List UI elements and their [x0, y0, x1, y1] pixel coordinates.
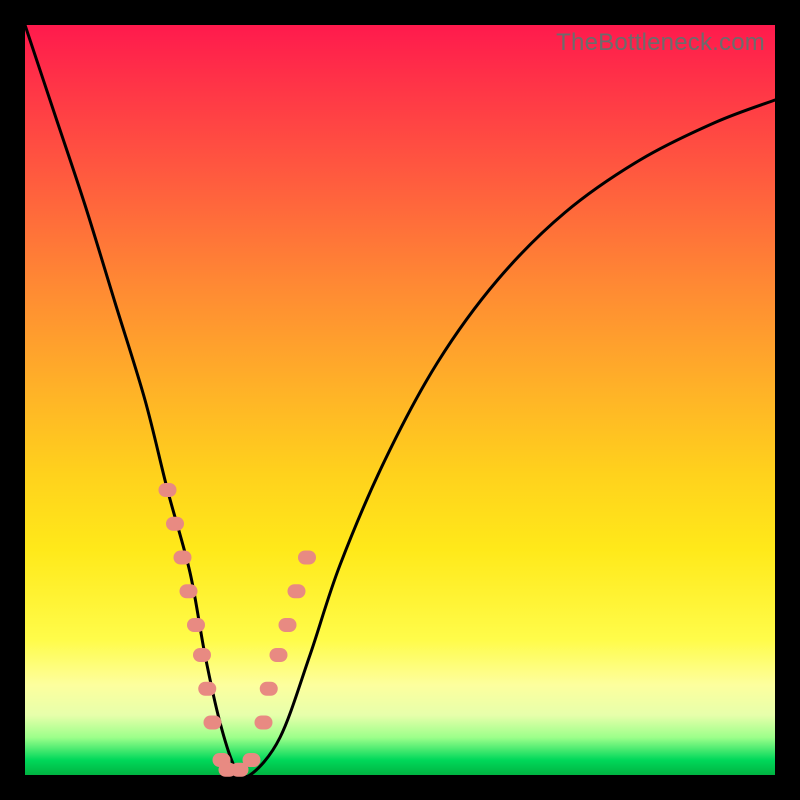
marker-dot: [288, 584, 306, 598]
plot-area: TheBottleneck.com: [25, 25, 775, 775]
marker-dot: [298, 551, 316, 565]
marker-dot: [198, 682, 216, 696]
marker-dot: [180, 584, 198, 598]
marker-dot: [187, 618, 205, 632]
marker-dot: [204, 716, 222, 730]
marker-dot: [174, 551, 192, 565]
marker-dot: [193, 648, 211, 662]
marker-dot: [260, 682, 278, 696]
chart-frame: TheBottleneck.com: [0, 0, 800, 800]
marker-dot: [255, 716, 273, 730]
marker-group: [159, 483, 317, 777]
chart-svg: [25, 25, 775, 775]
bottleneck-curve: [25, 25, 775, 777]
marker-dot: [166, 517, 184, 531]
marker-dot: [270, 648, 288, 662]
marker-dot: [159, 483, 177, 497]
marker-dot: [243, 753, 261, 767]
marker-dot: [279, 618, 297, 632]
